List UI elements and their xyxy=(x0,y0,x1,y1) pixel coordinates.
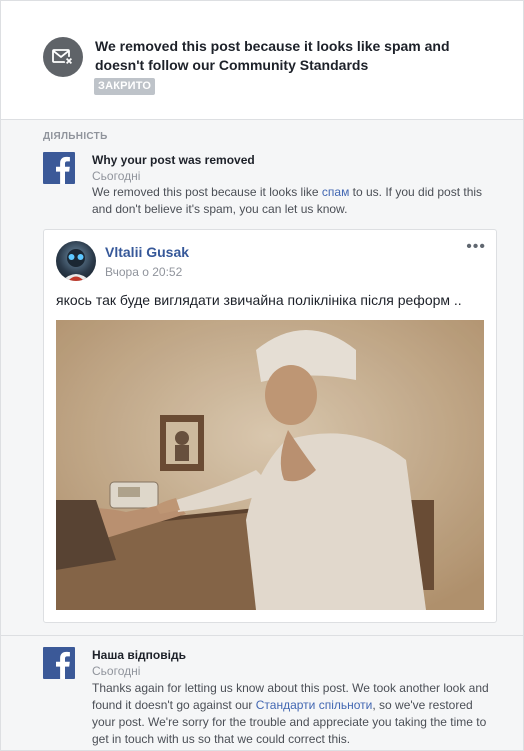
facebook-logo-icon xyxy=(43,152,75,184)
spam-link[interactable]: спам xyxy=(322,185,349,199)
post-author-link[interactable]: Vltalii Gusak xyxy=(105,244,189,260)
activity-title: Наша відповідь xyxy=(92,648,186,662)
community-standards-link[interactable]: Стандарти спільноти xyxy=(256,698,373,712)
status-badge: ЗАКРИТО xyxy=(94,78,156,95)
activity-date: Сьогодні xyxy=(92,664,141,678)
activity-message: We removed this post because it looks li… xyxy=(92,184,492,218)
report-title: We removed this post because it looks li… xyxy=(95,38,450,73)
support-inbox-panel: We removed this post because it looks li… xyxy=(0,0,524,751)
message-removed-icon xyxy=(43,37,83,77)
activity-message-text: We removed this post because it looks li… xyxy=(92,185,322,199)
post-card: Vltalii Gusak Вчора о 20:52 ••• якось та… xyxy=(43,229,497,623)
divider xyxy=(1,635,523,636)
activity-message: Thanks again for letting us know about t… xyxy=(92,680,490,748)
more-options-icon[interactable]: ••• xyxy=(466,239,486,255)
report-header: We removed this post because it looks li… xyxy=(1,1,523,120)
activity-date: Сьогодні xyxy=(92,169,141,183)
activity-section-label: ДІЯЛЬНІСТЬ xyxy=(43,131,108,142)
avatar[interactable] xyxy=(56,241,96,281)
post-text: якось так буде виглядати звичайна полікл… xyxy=(56,292,462,308)
post-timestamp[interactable]: Вчора о 20:52 xyxy=(105,265,182,279)
facebook-logo-icon xyxy=(43,647,75,679)
activity-title: Why your post was removed xyxy=(92,153,255,167)
post-photo[interactable] xyxy=(56,320,484,610)
